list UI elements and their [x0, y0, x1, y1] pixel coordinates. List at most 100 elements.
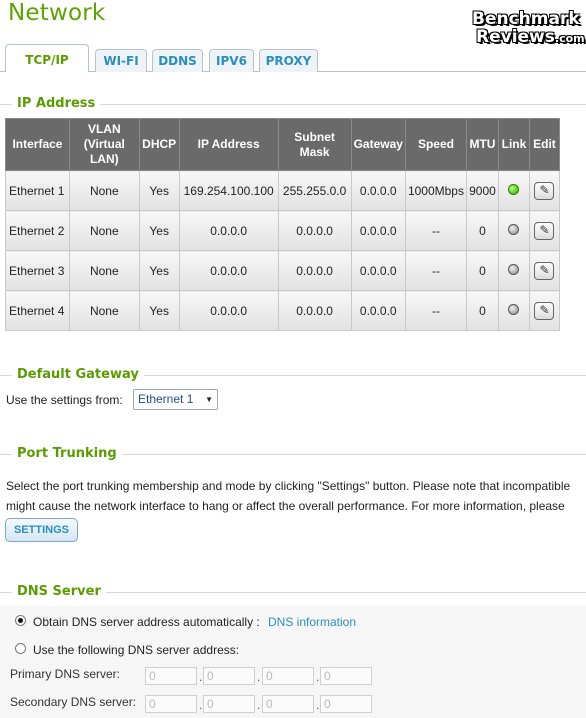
- link-up-icon: [508, 183, 520, 195]
- section-title-dns: DNS Server: [12, 584, 106, 599]
- col-header-dhcp: DHCP: [138, 118, 180, 171]
- dns-information-link[interactable]: DNS information: [268, 615, 356, 629]
- octet-separator: .: [316, 670, 320, 684]
- cell-vlan: None: [68, 290, 140, 331]
- tab-tcp-ip[interactable]: TCP/IP: [5, 44, 89, 72]
- cell-mtu: 0: [465, 290, 499, 331]
- col-header-speed: Speed: [404, 118, 467, 171]
- cell-vlan: None: [68, 170, 140, 211]
- trunking-description-line1: Select the port trunking membership and …: [6, 479, 571, 493]
- dns-manual-radio[interactable]: [15, 643, 26, 654]
- secondary-dns-octet-1[interactable]: 0: [145, 695, 197, 713]
- primary-dns-octet-4[interactable]: 0: [320, 667, 372, 685]
- col-header-edit: Edit: [528, 118, 561, 171]
- dropdown-arrow-icon: ▼: [205, 395, 213, 404]
- cell-dhcp: Yes: [138, 250, 180, 291]
- dns-auto-label: Obtain DNS server address automatically …: [33, 615, 260, 629]
- link-down-icon: [508, 303, 520, 315]
- primary-dns-octet-2[interactable]: 0: [203, 667, 255, 685]
- ip-address-section-header: IP Address: [0, 96, 586, 112]
- section-title-gateway: Default Gateway: [12, 367, 144, 382]
- cell-link: [497, 170, 530, 211]
- cell-gateway: 0.0.0.0: [350, 290, 406, 331]
- octet-separator: .: [199, 698, 203, 712]
- default-gateway-section-header: Default Gateway: [0, 367, 586, 383]
- cell-edit: ✎: [528, 290, 561, 331]
- cell-speed: --: [404, 250, 467, 291]
- octet-separator: .: [316, 698, 320, 712]
- secondary-dns-octet-3[interactable]: 0: [262, 695, 314, 713]
- edit-icon[interactable]: ✎: [534, 181, 555, 200]
- cell-speed: 1000Mbps: [404, 170, 467, 211]
- cell-link: [497, 250, 530, 291]
- col-header-interface: Interface: [5, 118, 70, 171]
- section-title-ip: IP Address: [12, 96, 101, 111]
- cell-dhcp: Yes: [138, 170, 180, 211]
- trunking-settings-button[interactable]: SETTINGS: [5, 518, 78, 542]
- octet-separator: .: [257, 670, 261, 684]
- edit-icon[interactable]: ✎: [534, 261, 555, 280]
- cell-mask: 0.0.0.0: [277, 210, 352, 251]
- dns-auto-radio[interactable]: [15, 615, 26, 626]
- table-header-row: Interface VLAN (Virtual LAN) DHCP IP Add…: [5, 118, 561, 171]
- primary-dns-octet-1[interactable]: 0: [145, 667, 197, 685]
- cell-vlan: None: [68, 210, 140, 251]
- gateway-interface-select[interactable]: Ethernet 1 ▼: [133, 389, 218, 410]
- watermark-line2: Reviews.com: [472, 27, 585, 48]
- cell-interface: Ethernet 4: [5, 290, 70, 331]
- watermark-suffix: .com: [554, 32, 585, 45]
- cell-mtu: 0: [465, 210, 499, 251]
- secondary-dns-octet-2[interactable]: 0: [203, 695, 255, 713]
- page-title: Network: [8, 0, 106, 26]
- col-header-vlan: VLAN (Virtual LAN): [68, 118, 140, 171]
- watermark-logo: Benchmark Reviews.com: [472, 9, 585, 48]
- cell-speed: --: [404, 290, 467, 331]
- tab-proxy[interactable]: PROXY: [259, 49, 318, 72]
- cell-dhcp: Yes: [138, 290, 180, 331]
- table-row: Ethernet 1 None Yes 169.254.100.100 255.…: [5, 170, 561, 211]
- col-header-mtu: MTU: [465, 118, 499, 171]
- dns-server-section-header: DNS Server: [0, 584, 586, 600]
- section-title-trunking: Port Trunking: [12, 446, 122, 461]
- table-row: Ethernet 2 None Yes 0.0.0.0 0.0.0.0 0.0.…: [5, 210, 561, 251]
- ip-address-table: Interface VLAN (Virtual LAN) DHCP IP Add…: [5, 118, 561, 331]
- col-header-link: Link: [497, 118, 530, 171]
- octet-separator: .: [257, 698, 261, 712]
- edit-icon[interactable]: ✎: [534, 221, 555, 240]
- tab-ddns[interactable]: DDNS: [152, 49, 203, 72]
- watermark-line2-text: Reviews: [476, 27, 555, 47]
- tab-ipv6[interactable]: IPV6: [209, 49, 254, 72]
- cell-mask: 0.0.0.0: [277, 290, 352, 331]
- cell-gateway: 0.0.0.0: [350, 170, 406, 211]
- secondary-dns-label: Secondary DNS server:: [10, 695, 137, 709]
- cell-ip: 0.0.0.0: [178, 290, 279, 331]
- watermark-line1: Benchmark: [472, 9, 580, 29]
- cell-ip: 0.0.0.0: [178, 210, 279, 251]
- cell-interface: Ethernet 1: [5, 170, 70, 211]
- cell-mask: 0.0.0.0: [277, 250, 352, 291]
- cell-ip: 0.0.0.0: [178, 250, 279, 291]
- cell-mtu: 9000: [465, 170, 499, 211]
- gateway-selected-value: Ethernet 1: [138, 392, 194, 406]
- port-trunking-section-header: Port Trunking: [0, 446, 586, 462]
- edit-icon[interactable]: ✎: [534, 301, 555, 320]
- trunking-description-line2: might cause the network interface to han…: [6, 499, 565, 513]
- cell-edit: ✎: [528, 250, 561, 291]
- col-header-gateway: Gateway: [350, 118, 406, 171]
- cell-edit: ✎: [528, 170, 561, 211]
- secondary-dns-octet-4[interactable]: 0: [320, 695, 372, 713]
- cell-edit: ✎: [528, 210, 561, 251]
- col-header-subnet-mask: Subnet Mask: [277, 118, 352, 171]
- cell-gateway: 0.0.0.0: [350, 250, 406, 291]
- primary-dns-label: Primary DNS server:: [10, 667, 121, 681]
- link-down-icon: [508, 223, 520, 235]
- gateway-source-label: Use the settings from:: [6, 393, 123, 407]
- col-header-ip-address: IP Address: [178, 118, 279, 171]
- primary-dns-octet-3[interactable]: 0: [262, 667, 314, 685]
- cell-mtu: 0: [465, 250, 499, 291]
- tab-wifi[interactable]: WI-FI: [95, 49, 147, 72]
- table-row: Ethernet 4 None Yes 0.0.0.0 0.0.0.0 0.0.…: [5, 290, 561, 331]
- link-down-icon: [508, 263, 520, 275]
- table-row: Ethernet 3 None Yes 0.0.0.0 0.0.0.0 0.0.…: [5, 250, 561, 291]
- cell-dhcp: Yes: [138, 210, 180, 251]
